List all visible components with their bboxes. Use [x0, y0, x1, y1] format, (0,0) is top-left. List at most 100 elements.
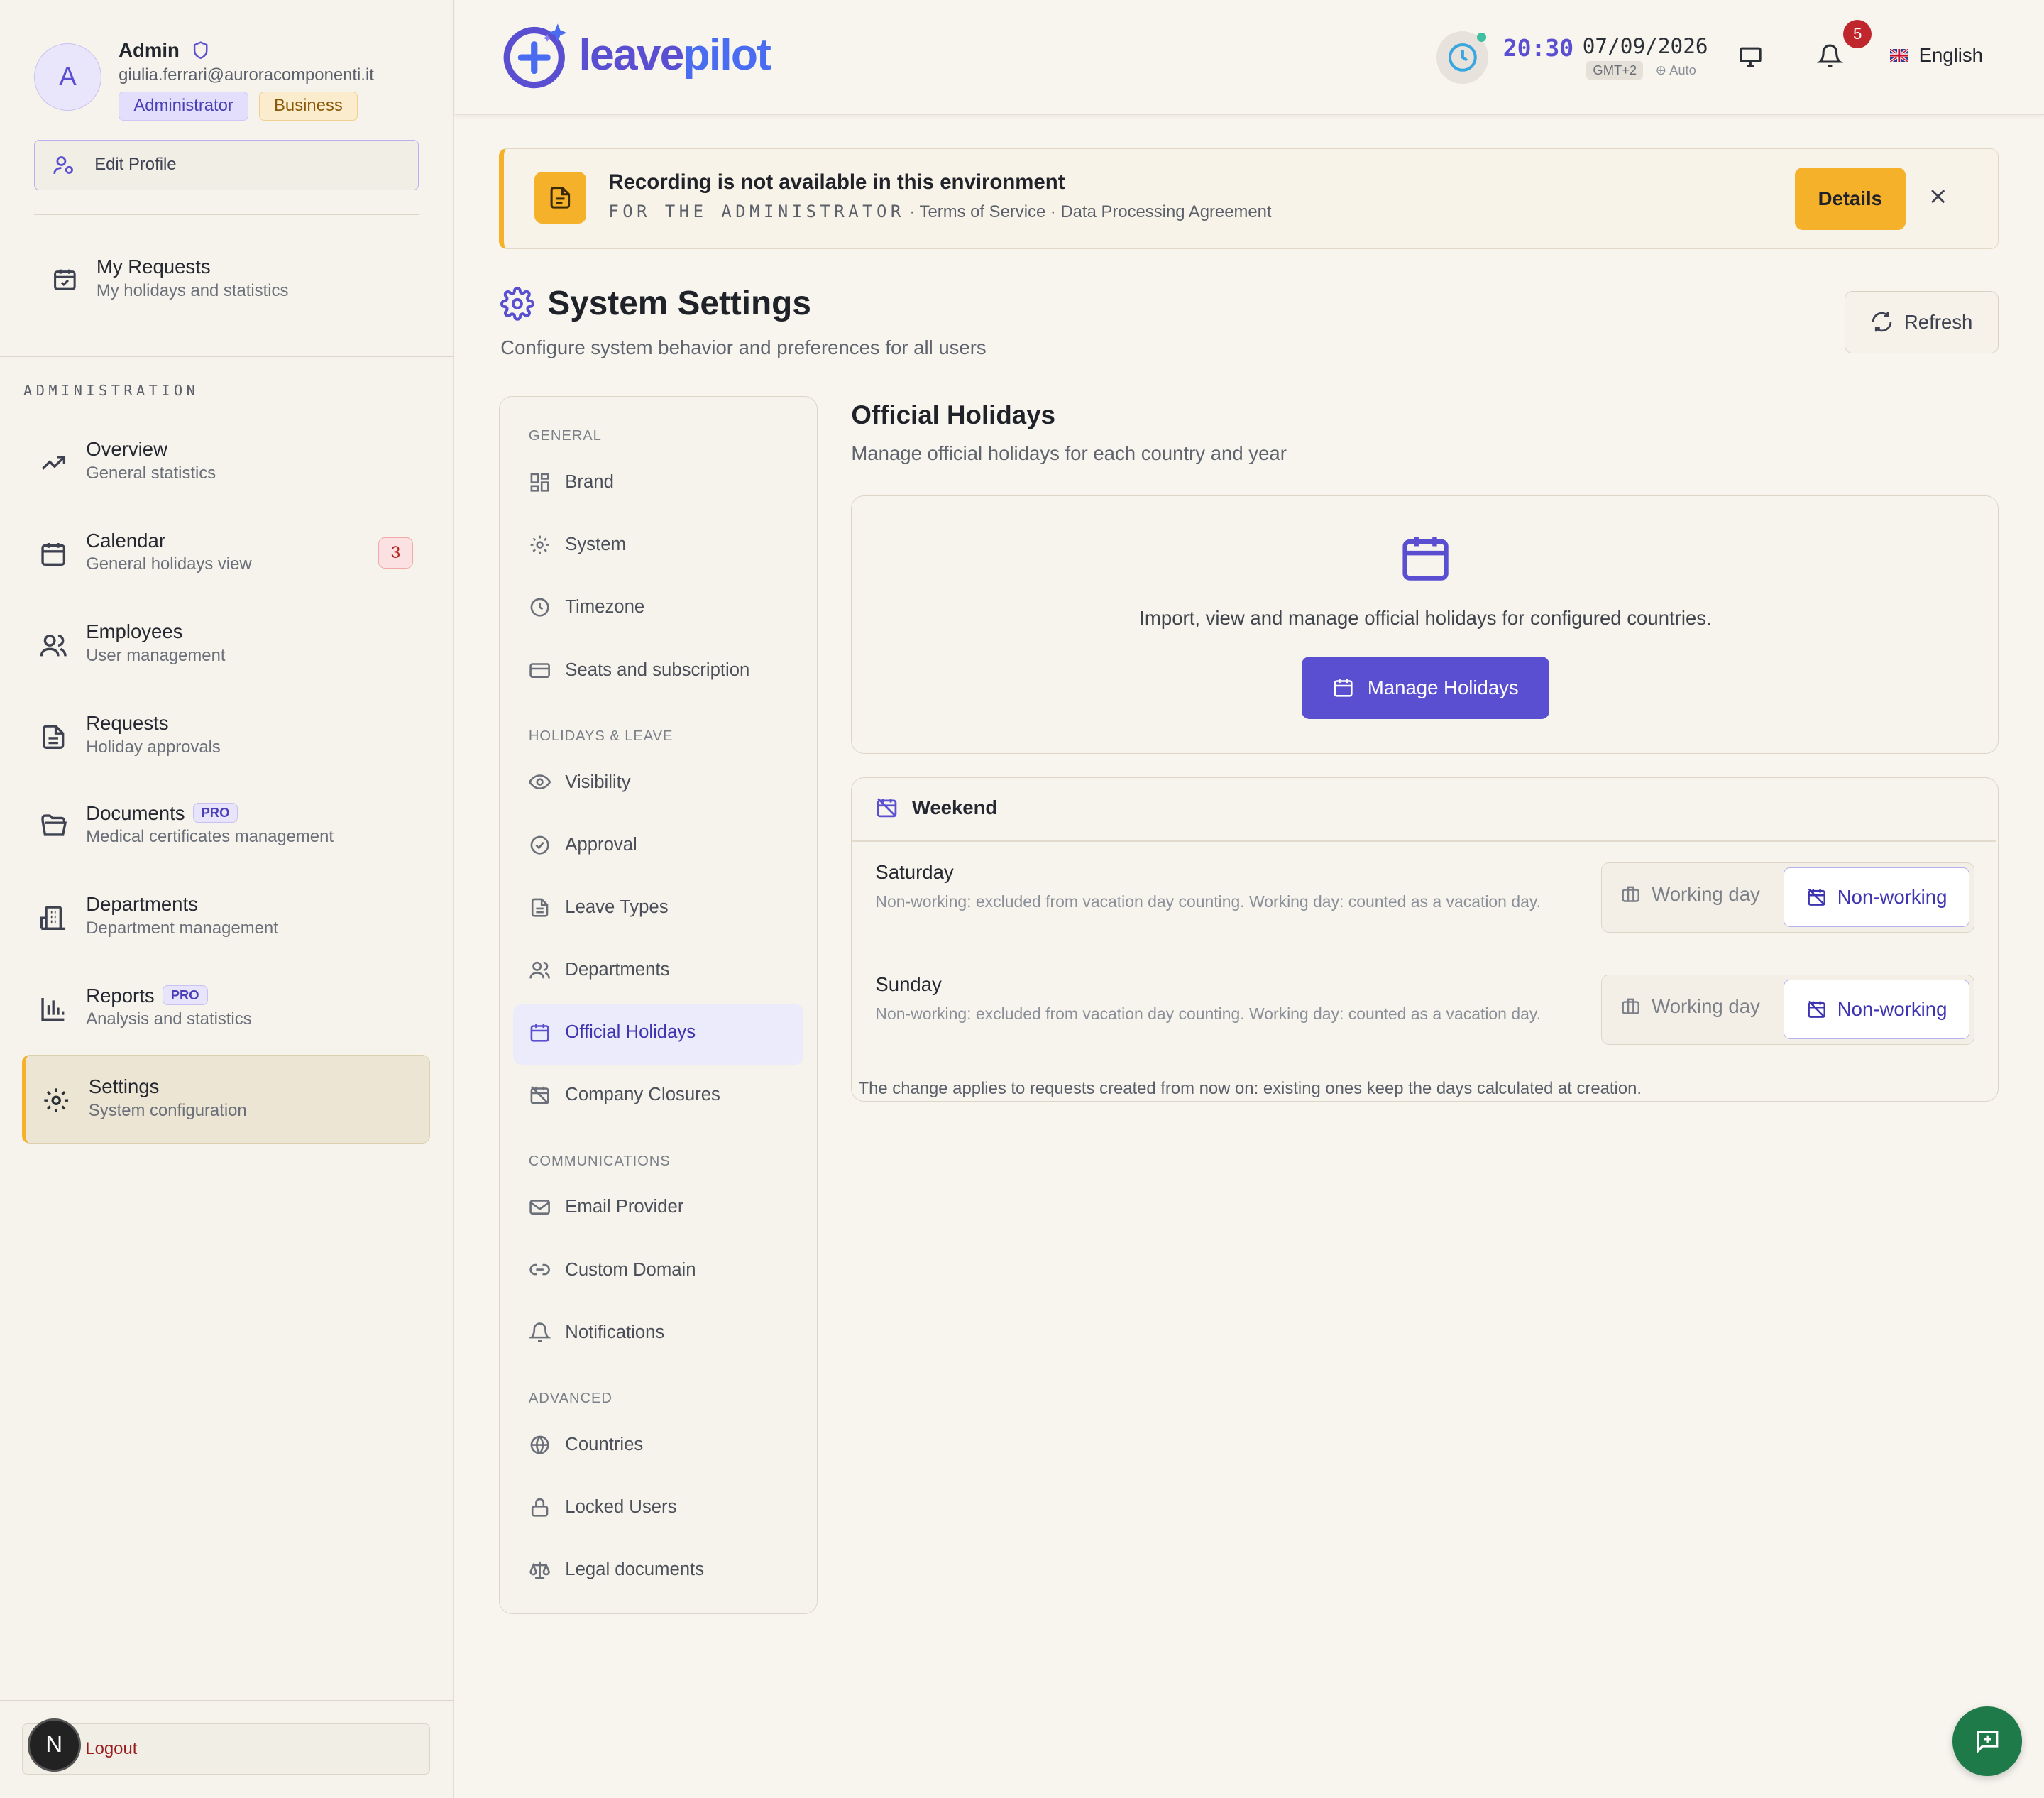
nav-subtitle: Department management	[86, 918, 278, 938]
sidebar-item-my-requests[interactable]: My Requests My holidays and statistics	[52, 256, 288, 301]
close-icon[interactable]	[1928, 186, 1948, 207]
sidebar-item-overview[interactable]: Overview General statistics	[39, 438, 417, 483]
day-description: Non-working: excluded from vacation day …	[875, 1004, 1541, 1024]
settings-item-label: Official Holidays	[565, 1022, 696, 1043]
sidebar-item-calendar[interactable]: Calendar General holidays view	[39, 530, 417, 575]
nav-title: Settings	[88, 1075, 160, 1098]
lock-icon	[529, 1496, 551, 1518]
trending-up-icon	[39, 449, 67, 477]
sunday-working-day-option[interactable]: Working day	[1620, 995, 1760, 1018]
my-requests-subtitle: My holidays and statistics	[96, 280, 289, 300]
saturday-non-working-option[interactable]: Non-working	[1783, 867, 1970, 928]
bell-icon[interactable]	[1817, 43, 1844, 70]
sidebar-item-documents[interactable]: Documents PRO Medical certificates managem…	[39, 802, 417, 848]
banner-title: Recording is not available in this envir…	[608, 170, 1065, 194]
option-label: Non-working	[1837, 885, 1947, 908]
saturday-working-day-option[interactable]: Working day	[1620, 883, 1760, 906]
current-date: 07/09/2026	[1582, 33, 1708, 58]
users-icon	[39, 631, 67, 659]
chat-button[interactable]	[1952, 1706, 2022, 1776]
page-title-text: System Settings	[547, 285, 811, 323]
file-icon	[529, 897, 551, 919]
divider	[0, 1700, 454, 1701]
sidebar-item-requests[interactable]: Requests Holiday approvals	[39, 712, 417, 757]
nav-subtitle: User management	[86, 645, 226, 665]
settings-item-label: Locked Users	[565, 1496, 677, 1517]
settings-group-advanced: ADVANCED	[528, 1390, 612, 1406]
pro-badge: PRO	[162, 985, 208, 1005]
logout-button[interactable]: Logout	[22, 1723, 431, 1775]
sidebar-item-employees[interactable]: Employees User management	[39, 620, 417, 666]
terms-link[interactable]: Terms of Service	[920, 202, 1046, 221]
dpa-link[interactable]: Data Processing Agreement	[1060, 202, 1271, 221]
settings-item-seats[interactable]: Seats and subscription	[529, 659, 749, 681]
link-icon	[529, 1259, 551, 1281]
settings-item-official-holidays[interactable]: Official Holidays	[529, 1021, 696, 1043]
settings-item-notifications[interactable]: Notifications	[528, 1322, 664, 1344]
folder-open-icon	[39, 812, 67, 840]
building-icon	[39, 904, 67, 932]
day-name-saturday: Saturday	[875, 861, 954, 884]
globe-icon	[529, 1434, 551, 1456]
settings-item-brand[interactable]: Brand	[529, 471, 614, 493]
my-requests-title: My Requests	[96, 255, 211, 278]
settings-item-visibility[interactable]: Visibility	[528, 771, 631, 793]
calendar-icon	[39, 539, 67, 568]
section-subtitle: Manage official holidays for each countr…	[851, 442, 1287, 464]
settings-item-leave-types[interactable]: Leave Types	[529, 897, 669, 919]
details-button[interactable]: Details	[1794, 168, 1906, 231]
weekend-header: Weekend	[875, 796, 997, 819]
calendar-off-icon	[529, 1084, 551, 1106]
message-plus-icon	[1973, 1727, 2001, 1755]
settings-item-timezone[interactable]: Timezone	[529, 596, 644, 618]
avatar: A	[33, 43, 102, 111]
clock-button[interactable]	[1436, 31, 1489, 84]
sidebar-item-settings[interactable]: Settings System configuration	[42, 1075, 420, 1121]
refresh-button[interactable]: Refresh	[1844, 290, 1999, 353]
profile-name: Admin	[119, 39, 211, 62]
calendar-off-icon	[875, 796, 899, 819]
settings-item-departments[interactable]: Departments	[529, 959, 669, 981]
banner-subtitle: FOR THE ADMINISTRATOR · Terms of Service…	[608, 201, 1272, 221]
banner-for-label: FOR THE ADMINISTRATOR	[608, 201, 905, 221]
logo[interactable]: leavepilot	[500, 18, 771, 92]
settings-item-custom-domain[interactable]: Custom Domain	[529, 1259, 696, 1281]
nav-subtitle: System configuration	[88, 1100, 247, 1120]
language-selector[interactable]: English	[1890, 44, 1983, 67]
weekend-card: Weekend Saturday Non-working: excluded f…	[851, 777, 1999, 1102]
sunday-non-working-option[interactable]: Non-working	[1783, 979, 1970, 1039]
sidebar-item-departments[interactable]: Departments Department management	[39, 893, 417, 938]
nav-title: Departments	[86, 893, 198, 916]
settings-item-legal-documents[interactable]: Legal documents	[529, 1559, 704, 1581]
settings-item-locked-users[interactable]: Locked Users	[529, 1496, 677, 1518]
dev-badge[interactable]: N	[27, 1718, 81, 1772]
nav-subtitle: Holiday approvals	[86, 737, 221, 757]
divider	[33, 214, 419, 216]
calendar-icon	[1398, 530, 1453, 585]
timezone-mode: ⊕ Auto	[1655, 62, 1696, 78]
briefcase-icon	[1620, 996, 1641, 1016]
settings-item-email-provider[interactable]: Email Provider	[529, 1196, 683, 1218]
settings-item-countries[interactable]: Countries	[529, 1434, 643, 1456]
settings-item-label: System	[565, 535, 626, 555]
language-label: English	[1918, 44, 1983, 67]
edit-profile-button[interactable]: Edit Profile	[33, 139, 419, 191]
weekend-note: The change applies to requests created f…	[858, 1078, 1642, 1098]
sidebar-item-reports[interactable]: Reports PRO Analysis and statistics	[39, 985, 417, 1030]
manage-holidays-button[interactable]: Manage Holidays	[1302, 656, 1549, 719]
gear-icon	[42, 1086, 70, 1114]
monitor-icon[interactable]	[1737, 44, 1764, 70]
nav-subtitle: Analysis and statistics	[86, 1009, 252, 1029]
sidebar: A Admin giulia.ferrari@auroracomponenti.…	[0, 0, 454, 1798]
clock-icon	[529, 596, 551, 618]
day-description: Non-working: excluded from vacation day …	[875, 892, 1541, 911]
settings-item-label: Timezone	[565, 597, 645, 618]
status-dot	[1476, 32, 1486, 42]
settings-item-approval[interactable]: Approval	[529, 834, 637, 856]
settings-item-company-closures[interactable]: Company Closures	[529, 1084, 720, 1106]
settings-item-system[interactable]: System	[529, 534, 626, 556]
environment-banner: Recording is not available in this envir…	[499, 148, 1999, 249]
shield-icon	[190, 40, 211, 60]
uk-flag-icon	[1890, 49, 1908, 62]
bar-chart-icon	[39, 994, 67, 1023]
